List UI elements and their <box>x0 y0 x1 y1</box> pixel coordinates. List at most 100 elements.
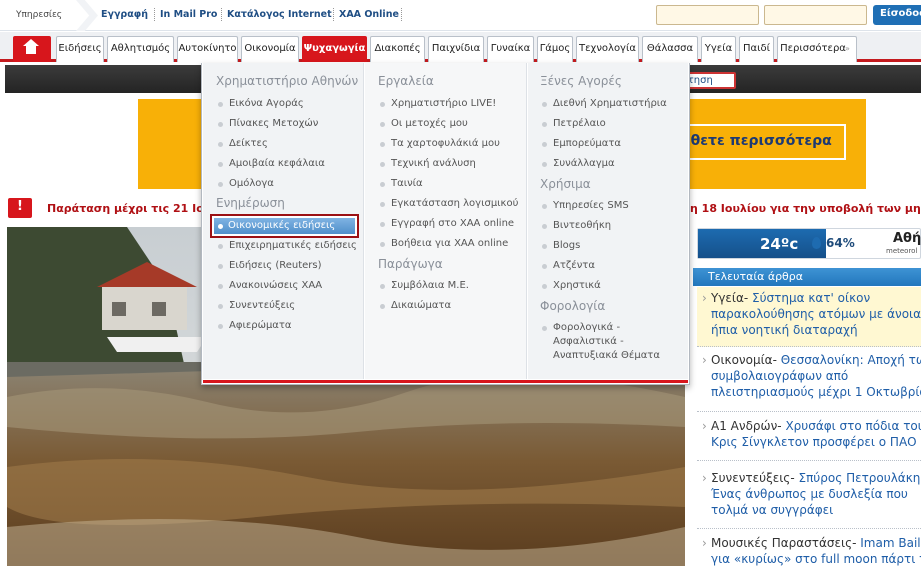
menu-item[interactable]: Ταινία <box>379 178 423 189</box>
humidity: 64% <box>826 236 855 250</box>
heading-derivatives[interactable]: Παράγωγα <box>378 257 443 271</box>
home-icon[interactable] <box>13 36 51 62</box>
article-line: τολμά να συγγράφει <box>711 503 834 517</box>
inmail-link[interactable]: In Mail Pro <box>160 9 217 20</box>
xaa-online-link[interactable]: ΧΑΑ Online <box>339 9 399 20</box>
weather-city: Αθήν <box>893 231 921 246</box>
menu-item[interactable]: Εμπορεύματα <box>541 138 621 149</box>
menu-item[interactable]: Επιχειρηματικές ειδήσεις <box>217 240 357 251</box>
article-economy[interactable]: Οικονομία- Θεσσαλονίκη: Αποχή τω συμβολα… <box>697 349 921 412</box>
separator <box>333 8 334 21</box>
tab-entertainment[interactable]: Ψυχαγωγία <box>302 36 367 62</box>
heading-taxation[interactable]: Φορολογία <box>540 299 605 313</box>
menu-item[interactable]: Συμβόλαια Μ.Ε. <box>379 280 469 291</box>
tab-economy[interactable]: Οικονομία <box>241 36 299 62</box>
menu-item[interactable]: Αμοιβαία κεφάλαια <box>217 158 325 169</box>
heading-tools[interactable]: Εργαλεία <box>378 74 434 88</box>
separator <box>154 8 155 21</box>
news-ticker-left[interactable]: Παράταση μέχρι τις 21 Ιο <box>47 202 204 215</box>
article-a1[interactable]: A1 Ανδρών- Χρυσάφι στο πόδια του Κρις Σί… <box>697 415 921 461</box>
menu-item[interactable]: Ατζέντα <box>541 260 595 271</box>
menu-item[interactable]: Εικόνα Αγοράς <box>217 98 304 109</box>
services-link[interactable]: Υπηρεσίες <box>16 10 62 20</box>
article-category: Υγεία- <box>711 291 749 305</box>
menu-item[interactable]: Ανακοινώσεις ΧΑΑ <box>217 280 322 291</box>
article-line: για «κυρίως» στο full moon πάρτι τ <box>711 552 921 566</box>
tab-woman[interactable]: Γυναίκα <box>487 36 534 62</box>
menu-item[interactable]: Φορολογικά - <box>541 322 620 333</box>
menu-item-continued[interactable]: Ασφαλιστικά - <box>553 336 624 347</box>
heading-updates[interactable]: Ενημέρωση <box>216 196 285 210</box>
menu-item[interactable]: Βοήθεια για ΧΑΑ online <box>379 238 508 249</box>
menu-item[interactable]: Ομόλογα <box>217 178 274 189</box>
login-button[interactable]: Είσοδος <box>873 5 921 25</box>
heading-athens-exchange[interactable]: Χρηματιστήριο Αθηνών <box>216 74 358 88</box>
heading-foreign-markets[interactable]: Ξένες Αγορές <box>540 74 622 88</box>
menu-item[interactable]: Δικαιώματα <box>379 300 451 311</box>
menu-item-continued[interactable]: Αναπτυξιακά Θέματα <box>553 350 660 361</box>
register-link[interactable]: Εγγραφή <box>101 9 148 20</box>
tab-sports[interactable]: Αθλητισμός <box>107 36 174 62</box>
article-line: Οικονομία- Θεσσαλονίκη: Αποχή τω <box>711 353 921 367</box>
tab-news[interactable]: Ειδήσεις <box>56 36 104 62</box>
tab-holidays[interactable]: Διακοπές <box>370 36 425 62</box>
temperature: 24ºc <box>760 235 799 253</box>
chevron-down-icon: » <box>845 44 850 53</box>
weather-brand: meteorol <box>886 247 918 255</box>
tab-child[interactable]: Παιδί <box>739 36 774 62</box>
alert-icon: ! <box>8 198 32 218</box>
menu-item[interactable]: Αφιερώματα <box>217 320 292 331</box>
menu-item[interactable]: Οι μετοχές μου <box>379 118 468 129</box>
menu-item[interactable]: Υπηρεσίες SMS <box>541 200 629 211</box>
tab-games[interactable]: Παιχνίδια <box>428 36 484 62</box>
article-line: Μουσικές Παραστάσεις- Imam Baild <box>711 536 921 550</box>
menu-item[interactable]: Πίνακες Μετοχών <box>217 118 318 129</box>
article-line: παρακολούθησης ατόμων με άνοια <box>711 307 921 321</box>
tab-wedding[interactable]: Γάμος <box>537 36 573 62</box>
menu-item[interactable]: Τα χαρτοφυλάκιά μου <box>379 138 500 149</box>
heading-useful[interactable]: Χρήσιμα <box>540 177 591 191</box>
article-music[interactable]: Μουσικές Παραστάσεις- Imam Baild για «κυ… <box>697 532 921 566</box>
menu-item[interactable]: Εγκατάσταση λογισμικού <box>379 198 518 209</box>
article-line: Ένας άνθρωπος με δυσλεξία που <box>711 487 908 501</box>
latest-articles-heading: Τελευταία άρθρα <box>693 268 921 286</box>
menu-item-selected[interactable]: Οικονομικές ειδήσεις <box>214 218 355 234</box>
dropdown-bottom-border <box>203 380 688 383</box>
menu-item[interactable]: Χρηστικά <box>541 280 601 291</box>
menu-item[interactable]: Συνάλλαγμα <box>541 158 615 169</box>
article-line: συμβολαιογράφων από <box>711 369 849 383</box>
article-line: ήπια νοητική διαταραχή <box>711 323 858 337</box>
article-health[interactable]: Υγεία- Σύστημα κατ' οίκον παρακολούθησης… <box>697 287 921 347</box>
menu-item[interactable]: Συνεντεύξεις <box>217 300 295 311</box>
tab-health[interactable]: Υγεία <box>701 36 736 62</box>
menu-item[interactable]: Πετρέλαιο <box>541 118 606 129</box>
article-line: Συνεντεύξεις- Σπύρος Πετρουλάκης <box>711 471 921 485</box>
password-input[interactable] <box>764 5 867 25</box>
tab-sea[interactable]: Θάλασσα <box>642 36 698 62</box>
article-category: Οικονομία- <box>711 353 777 367</box>
menu-item[interactable]: Διεθνή Χρηματιστήρια <box>541 98 667 109</box>
tab-technology[interactable]: Τεχνολογία <box>576 36 639 62</box>
menu-item[interactable]: Blogs <box>541 240 580 251</box>
separator <box>221 8 222 21</box>
separator <box>401 8 402 21</box>
article-line: Υγεία- Σύστημα κατ' οίκον <box>711 291 871 305</box>
news-ticker-right[interactable]: η 18 Ιουλίου για την υποβολή των μη <box>690 202 921 215</box>
menu-item[interactable]: Χρηματιστήριο LIVE! <box>379 98 496 109</box>
article-interviews[interactable]: Συνεντεύξεις- Σπύρος Πετρουλάκης Ένας άν… <box>697 467 921 529</box>
article-category: Μουσικές Παραστάσεις- <box>711 536 857 550</box>
article-category: A1 Ανδρών- <box>711 419 782 433</box>
menu-item[interactable]: Δείκτες <box>217 138 268 149</box>
menu-item[interactable]: Ειδήσεις (Reuters) <box>217 260 322 271</box>
tab-auto[interactable]: Αυτοκίνητο <box>177 36 238 62</box>
article-line: A1 Ανδρών- Χρυσάφι στο πόδια του <box>711 419 921 433</box>
humidity-drop-icon <box>812 237 821 249</box>
username-input[interactable] <box>656 5 759 25</box>
catalog-link[interactable]: Κατάλογος Internet <box>227 9 332 20</box>
menu-item[interactable]: Βιντεοθήκη <box>541 220 611 231</box>
menu-item[interactable]: Τεχνική ανάλυση <box>379 158 476 169</box>
ad-text[interactable]: άθετε περισσότερα <box>669 124 846 160</box>
menu-item[interactable]: Εγγραφή στο ΧΑΑ online <box>379 218 514 229</box>
article-line: πλειστηριασμούς μέχρι 1 Οκτωβρίο <box>711 385 921 399</box>
article-line: Κρις Σίνγκλετον προσφέρει ο ΠΑΟ <box>711 435 917 449</box>
